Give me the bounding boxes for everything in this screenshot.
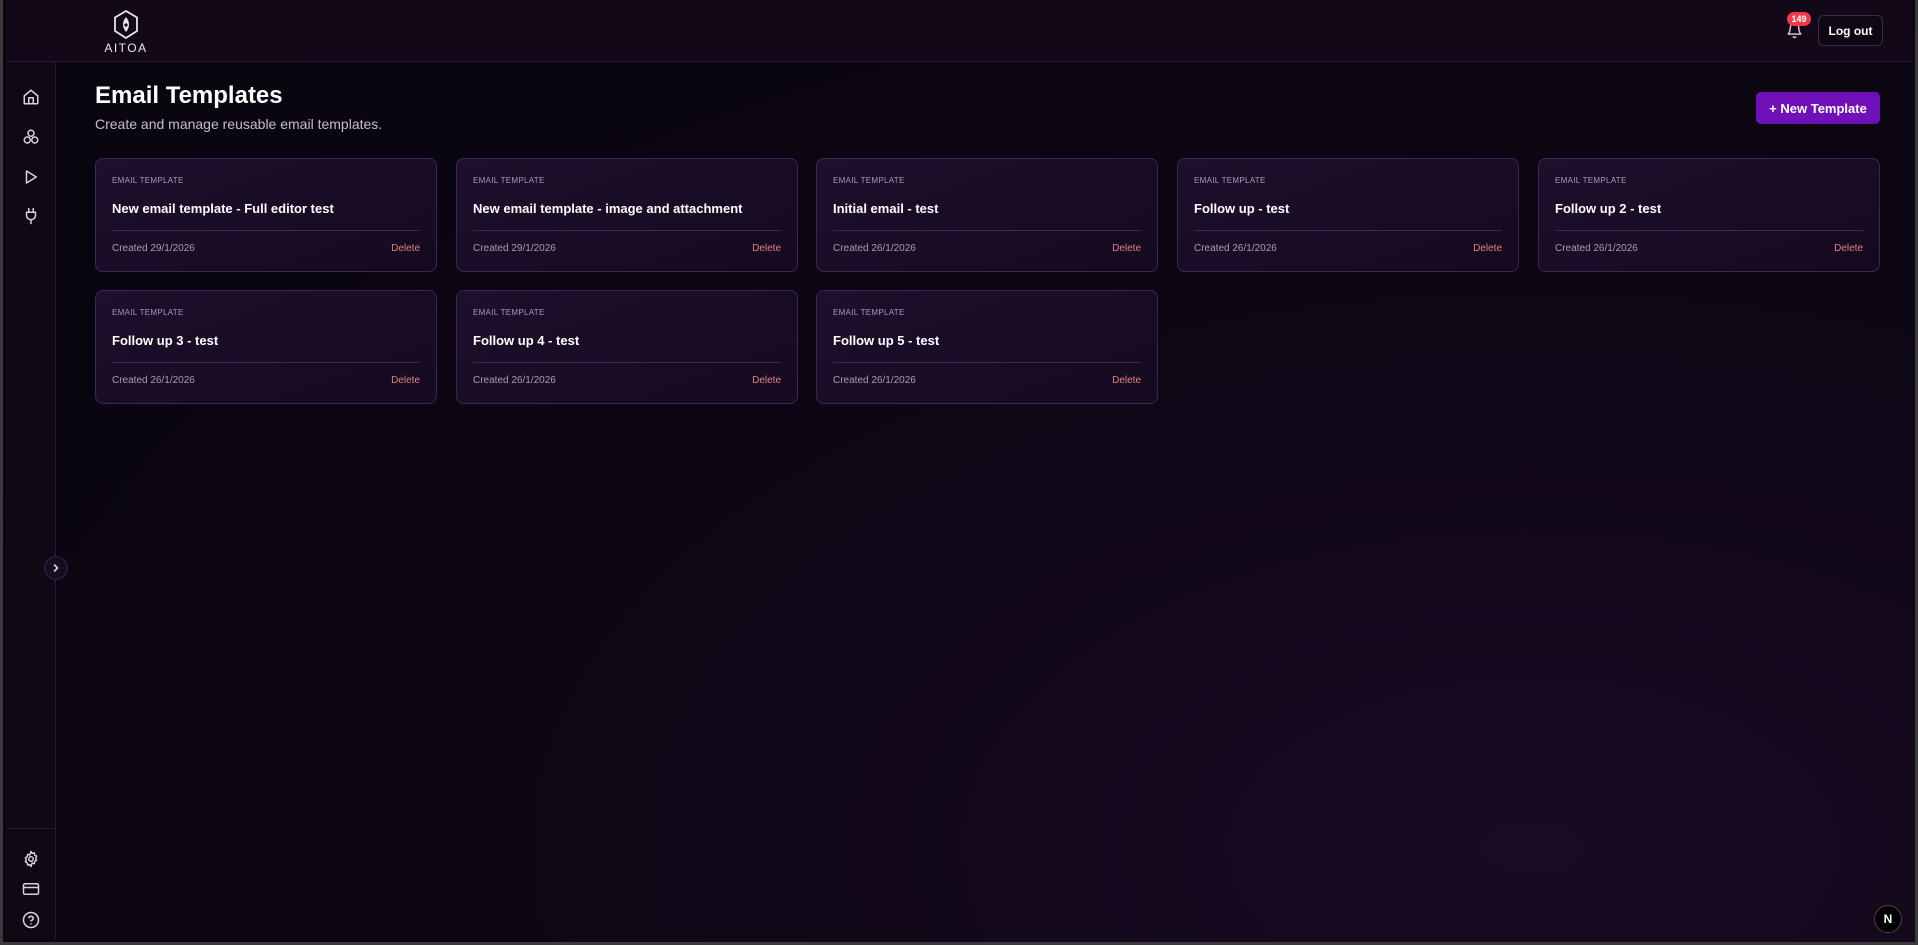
sidebar-item-help[interactable] [21, 910, 41, 930]
card-title: New email template - image and attachmen… [473, 201, 743, 216]
template-card[interactable]: EMAIL TEMPLATE Follow up - test Created … [1177, 158, 1519, 272]
card-created-date: Created 29/1/2026 [112, 243, 195, 254]
card-kicker: EMAIL TEMPLATE [833, 308, 905, 317]
template-card[interactable]: EMAIL TEMPLATE Follow up 2 - test Create… [1538, 158, 1880, 272]
credit-card-icon [22, 883, 40, 895]
card-title: New email template - Full editor test [112, 201, 334, 216]
delete-button[interactable]: Delete [1112, 375, 1141, 386]
card-divider [112, 230, 420, 231]
card-kicker: EMAIL TEMPLATE [1194, 176, 1266, 185]
delete-button[interactable]: Delete [752, 375, 781, 386]
delete-button[interactable]: Delete [1112, 243, 1141, 254]
sidebar-divider [6, 828, 56, 829]
card-title: Initial email - test [833, 201, 939, 216]
page-title: Email Templates [95, 82, 283, 109]
card-kicker: EMAIL TEMPLATE [473, 308, 545, 317]
top-header: AITOA 149 Log out [6, 0, 1912, 62]
home-icon [23, 89, 39, 105]
template-card[interactable]: EMAIL TEMPLATE New email template - imag… [456, 158, 798, 272]
delete-button[interactable]: Delete [1473, 243, 1502, 254]
card-divider [112, 362, 420, 363]
help-circle-icon [22, 911, 40, 929]
chevron-right-icon [53, 564, 59, 572]
cluster-icon [23, 129, 39, 144]
card-divider [833, 230, 1141, 231]
card-divider [1555, 230, 1863, 231]
card-created-date: Created 26/1/2026 [1555, 243, 1638, 254]
card-created-date: Created 26/1/2026 [473, 375, 556, 386]
logo-icon [114, 10, 138, 40]
delete-button[interactable]: Delete [752, 243, 781, 254]
card-created-date: Created 29/1/2026 [473, 243, 556, 254]
card-created-date: Created 26/1/2026 [833, 375, 916, 386]
template-card[interactable]: EMAIL TEMPLATE Follow up 3 - test Create… [95, 290, 437, 404]
card-divider [473, 362, 781, 363]
card-kicker: EMAIL TEMPLATE [473, 176, 545, 185]
notification-count-badge: 149 [1787, 12, 1811, 26]
sidebar-item-integrations[interactable] [21, 206, 41, 226]
card-kicker: EMAIL TEMPLATE [112, 308, 184, 317]
card-created-date: Created 26/1/2026 [833, 243, 916, 254]
sidebar-item-agents[interactable] [21, 127, 41, 147]
template-card[interactable]: EMAIL TEMPLATE Follow up 4 - test Create… [456, 290, 798, 404]
sidebar-item-runs[interactable] [21, 167, 41, 187]
gear-icon [24, 850, 38, 868]
new-template-button[interactable]: + New Template [1756, 92, 1880, 124]
delete-button[interactable]: Delete [391, 243, 420, 254]
app-window: AITOA 149 Log out Email Templates Create… [0, 0, 1918, 945]
card-created-date: Created 26/1/2026 [112, 375, 195, 386]
sidebar [6, 62, 68, 939]
plug-icon [25, 207, 37, 225]
card-kicker: EMAIL TEMPLATE [1555, 176, 1627, 185]
card-divider [833, 362, 1141, 363]
card-divider [1194, 230, 1502, 231]
dev-tools-badge[interactable]: N [1874, 905, 1902, 933]
card-title: Follow up 5 - test [833, 333, 940, 348]
card-title: Follow up 4 - test [473, 333, 580, 348]
sidebar-item-settings[interactable] [21, 849, 41, 869]
template-card[interactable]: EMAIL TEMPLATE New email template - Full… [95, 158, 437, 272]
template-card[interactable]: EMAIL TEMPLATE Follow up 5 - test Create… [816, 290, 1158, 404]
card-divider [473, 230, 781, 231]
card-title: Follow up 2 - test [1555, 201, 1662, 216]
card-created-date: Created 26/1/2026 [1194, 243, 1277, 254]
delete-button[interactable]: Delete [391, 375, 420, 386]
logo[interactable]: AITOA [101, 10, 151, 55]
play-icon [25, 170, 37, 184]
card-kicker: EMAIL TEMPLATE [833, 176, 905, 185]
sidebar-item-home[interactable] [21, 87, 41, 107]
card-title: Follow up - test [1194, 201, 1290, 216]
logo-text: AITOA [104, 41, 148, 55]
logout-button[interactable]: Log out [1818, 15, 1883, 46]
sidebar-expand-button[interactable] [44, 556, 68, 580]
template-card[interactable]: EMAIL TEMPLATE Initial email - test Crea… [816, 158, 1158, 272]
sidebar-item-billing[interactable] [21, 879, 41, 899]
page-subtitle: Create and manage reusable email templat… [95, 116, 383, 132]
card-kicker: EMAIL TEMPLATE [112, 176, 184, 185]
card-title: Follow up 3 - test [112, 333, 219, 348]
delete-button[interactable]: Delete [1834, 243, 1863, 254]
